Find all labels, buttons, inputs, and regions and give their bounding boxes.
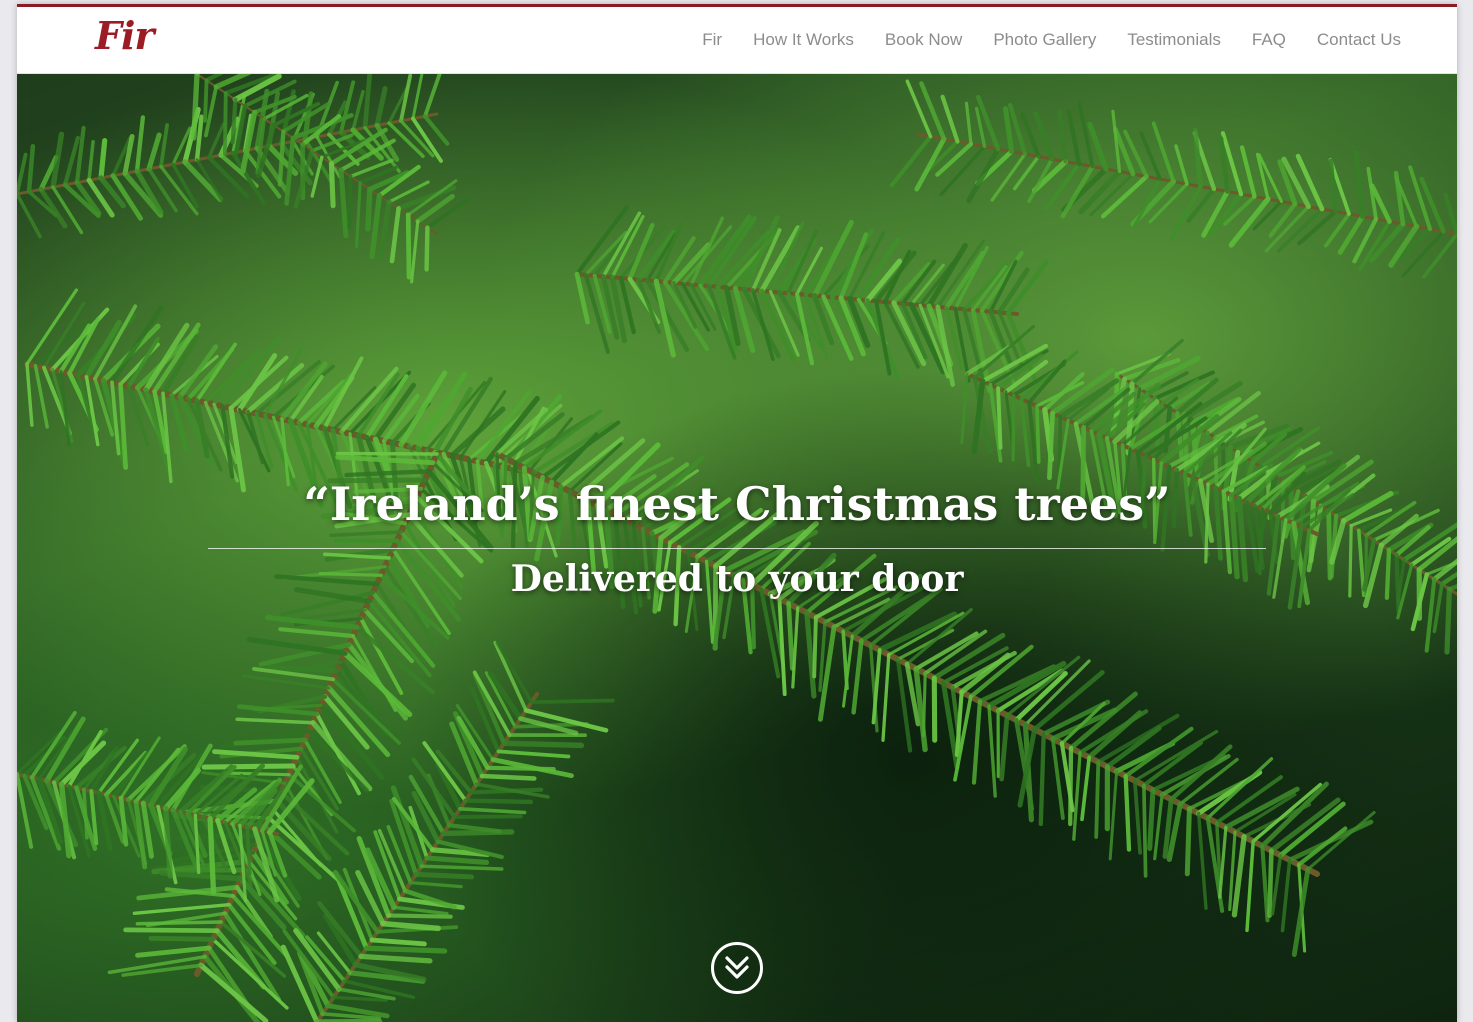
hero-text-block: “Ireland’s finest Christmas trees” Deliv… (17, 474, 1457, 601)
site-header: Fir Fir How It Works Book Now Photo Gall… (17, 7, 1457, 74)
hero-subheadline: Delivered to your door (510, 558, 964, 600)
scroll-down-button[interactable] (711, 942, 763, 994)
hero-section: “Ireland’s finest Christmas trees” Deliv… (17, 74, 1457, 1022)
nav-item-testimonials[interactable]: Testimonials (1127, 30, 1221, 50)
main-nav: Fir How It Works Book Now Photo Gallery … (671, 7, 1401, 73)
site-logo[interactable]: Fir (95, 13, 154, 58)
nav-item-faq[interactable]: FAQ (1252, 30, 1286, 50)
nav-item-contact-us[interactable]: Contact Us (1317, 30, 1401, 50)
hero-headline: “Ireland’s finest Christmas trees” (303, 477, 1171, 531)
nav-item-fir[interactable]: Fir (702, 30, 722, 50)
double-chevron-down-icon (725, 956, 749, 979)
hero-divider (208, 548, 1266, 549)
nav-item-book-now[interactable]: Book Now (885, 30, 962, 50)
nav-item-photo-gallery[interactable]: Photo Gallery (993, 30, 1096, 50)
nav-item-how-it-works[interactable]: How It Works (753, 30, 854, 50)
page-frame: Fir Fir How It Works Book Now Photo Gall… (17, 4, 1457, 1022)
